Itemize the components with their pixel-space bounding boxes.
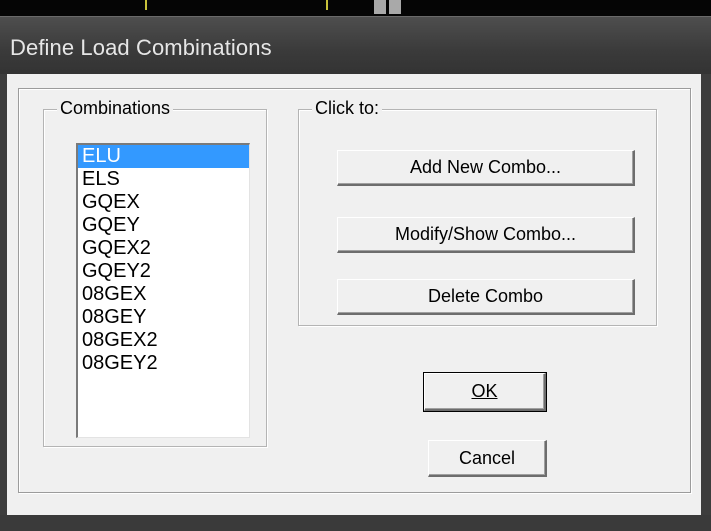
ok-button[interactable]: OK xyxy=(423,372,547,412)
modify-show-combo-button[interactable]: Modify/Show Combo... xyxy=(337,217,635,253)
screen: Define Load Combinations Combinations EL… xyxy=(0,0,711,531)
combination-list-item[interactable]: GQEX xyxy=(78,191,249,214)
combination-list-item[interactable]: GQEY2 xyxy=(78,260,249,283)
combination-list-item[interactable]: 08GEX xyxy=(78,283,249,306)
combination-list-item[interactable]: 08GEX2 xyxy=(78,329,249,352)
delete-combo-button[interactable]: Delete Combo xyxy=(337,279,635,315)
window-frame-left xyxy=(0,74,7,531)
combination-list-item[interactable]: ELU xyxy=(78,145,249,168)
cancel-button[interactable]: Cancel xyxy=(428,440,547,477)
dialog-title: Define Load Combinations xyxy=(10,35,272,60)
background-app-strip xyxy=(0,0,711,16)
window-frame-bottom xyxy=(0,515,711,531)
add-new-combo-button[interactable]: Add New Combo... xyxy=(337,150,635,186)
combination-list-item[interactable]: GQEX2 xyxy=(78,237,249,260)
background-marker xyxy=(145,0,147,10)
window-frame-right xyxy=(701,74,711,531)
dialog-title-bar[interactable]: Define Load Combinations xyxy=(0,16,711,75)
combination-list-item[interactable]: GQEY xyxy=(78,214,249,237)
combination-list-item[interactable]: 08GEY xyxy=(78,306,249,329)
combination-list-item[interactable]: ELS xyxy=(78,168,249,191)
dialog-client-area: Combinations ELU ELS GQEX GQEY GQEX2 GQEY2 08G… xyxy=(7,74,701,515)
background-control xyxy=(374,0,404,14)
combinations-legend: Combinations xyxy=(57,98,174,119)
combination-list-item[interactable]: 08GEY2 xyxy=(78,352,249,375)
click-to-legend: Click to: xyxy=(312,98,383,119)
ok-button-label: OK xyxy=(471,381,498,401)
background-marker xyxy=(326,0,328,10)
combinations-listbox[interactable]: ELU ELS GQEX GQEY GQEX2 GQEY2 08GEX 08GEY 08GEX2… xyxy=(76,143,250,438)
